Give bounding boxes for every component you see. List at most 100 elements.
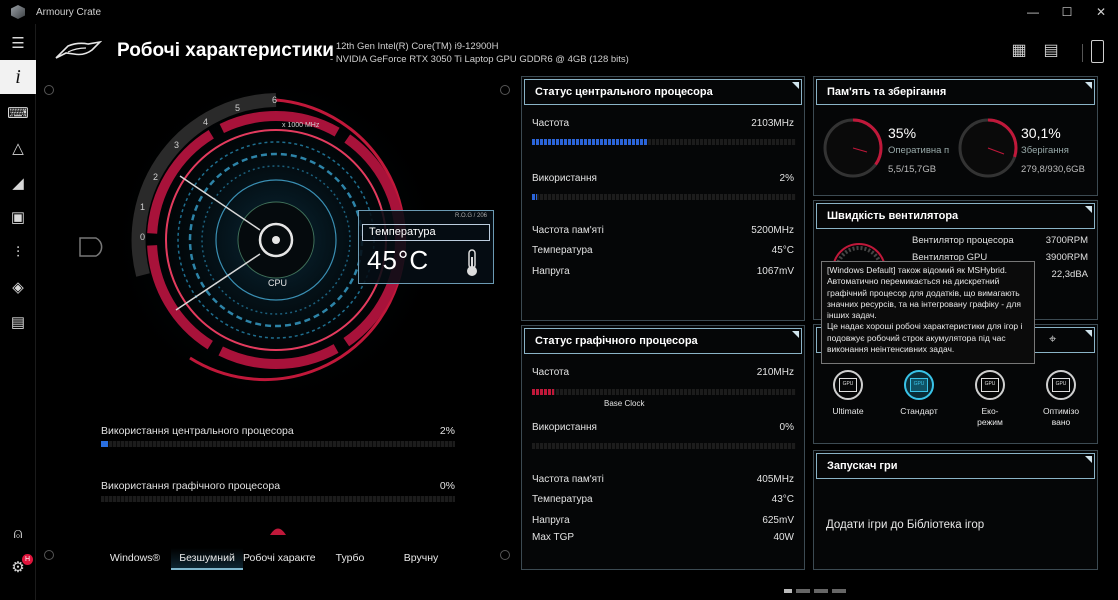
gpu-utilization-value: 0%	[439, 480, 455, 492]
gauge-tick-1: 1	[140, 202, 145, 212]
cpu-temperature-card: R.O.G / 206 Температура 45°C	[358, 210, 494, 284]
device-icon[interactable]	[1091, 40, 1104, 63]
deals-icon[interactable]: ◈	[0, 270, 36, 304]
page-title: Робочі характеристики	[117, 40, 334, 61]
cpu-usage-fill	[532, 194, 538, 200]
gauge-tick-0: 0	[140, 232, 145, 242]
gpu-mode-eco[interactable]: GPU Еко- режим	[965, 370, 1015, 428]
corner-mark-icon	[500, 550, 510, 560]
rog-logo-icon	[55, 40, 102, 59]
tuning-icon[interactable]: ⫶	[0, 235, 36, 269]
mode-silent[interactable]: Безшумний	[171, 548, 243, 570]
cpu-freq-fill	[532, 139, 649, 145]
ram-value: 5,5/15,7GB	[888, 164, 937, 175]
gpu-temp-value: 43°C	[771, 494, 794, 505]
info-icon[interactable]: i	[0, 60, 36, 94]
rog-tag: R.O.G / 206	[454, 213, 487, 219]
close-button[interactable]: ✕	[1084, 0, 1118, 24]
gpu-mode-ultimate[interactable]: GPU Ultimate	[823, 370, 873, 417]
temperature-value: 45°C	[367, 245, 430, 275]
gpu-tgp-label: Max TGP	[532, 532, 575, 543]
storage-ring	[958, 118, 1018, 178]
report-icon[interactable]: ▤	[1042, 40, 1060, 60]
cpu-freq-value: 2103MHz	[751, 118, 794, 129]
cpu-temp-label: Температура	[532, 245, 593, 256]
gpu-freq-label: Частота	[532, 367, 570, 378]
user-icon[interactable]: ⍝	[0, 516, 36, 550]
layout-icon[interactable]: ▦	[1010, 40, 1028, 60]
cpu-mem-freq-value: 5200MHz	[751, 225, 794, 236]
maximize-button[interactable]: ☐	[1050, 0, 1084, 24]
memory-storage-title: Пам'ять та зберігання	[816, 79, 1095, 105]
gpu-freq-fill	[532, 389, 554, 395]
minimize-button[interactable]: —	[1016, 0, 1050, 24]
gpu-volt-label: Напруга	[532, 515, 570, 526]
cpu-utilization-fill	[101, 441, 109, 447]
mode-manual[interactable]: Вручну	[387, 548, 455, 570]
news-icon[interactable]: ▤	[0, 305, 36, 339]
menu-icon[interactable]: ☰	[0, 26, 36, 60]
gpu-status-panel: Статус графічного процесора Частота 210MH…	[521, 325, 805, 570]
operating-mode-tabs: Windows® Безшумний Робочі характеристики…	[101, 548, 481, 570]
gpu-mode-standard[interactable]: GPU Стандарт	[894, 370, 944, 417]
mode-windows[interactable]: Windows®	[101, 548, 169, 570]
tooltip-text-2: Це надає хороші робочі характеристики дл…	[827, 321, 1023, 355]
mode-indicator-icon	[270, 528, 286, 535]
gpu-usage-label: Використання	[532, 422, 597, 433]
storage-percent: 30,1%	[1021, 125, 1061, 141]
gauge-tick-6: 6	[272, 95, 277, 105]
gpu-standard-icon: GPU	[904, 370, 934, 400]
gpu-freq-value: 210MHz	[756, 367, 794, 378]
cpu-status-panel: Статус центрального процесора Частота 210…	[521, 76, 805, 321]
cpu-usage-value: 2%	[779, 173, 794, 184]
page-indicator[interactable]	[784, 589, 846, 593]
gauge-tick-2: 2	[153, 172, 158, 182]
cpu-volt-label: Напруга	[532, 266, 570, 277]
cpu-utilization-value: 2%	[439, 425, 455, 437]
app-title: Armoury Crate	[36, 6, 102, 18]
cpu-fan-value: 3700RPM	[1045, 235, 1088, 246]
gpu-ultimate-icon: GPU	[833, 370, 863, 400]
cpu-fan-label: Вентилятор процесора	[912, 235, 1014, 246]
game-library-icon[interactable]: ▣	[0, 200, 36, 234]
corner-mark-icon	[500, 85, 510, 95]
noise-value: 22,3dBA	[1051, 269, 1088, 280]
gauge-tick-5: 5	[235, 103, 240, 113]
add-games-link[interactable]: Додати ігри до Бібліотека ігор	[826, 519, 984, 531]
storage-label: Зберігання	[1021, 145, 1069, 156]
notification-badge: H	[22, 554, 33, 565]
gauge-scale-label: x 1000 MHz	[282, 122, 320, 129]
cpu-mem-freq-label: Частота пам'яті	[532, 225, 604, 236]
thermometer-icon	[467, 249, 477, 276]
keyboard-icon[interactable]: ⌨	[0, 96, 36, 130]
gpu-mode-ultimate-label: Ultimate	[832, 406, 864, 416]
cpu-utilization-label: Використання центрального процесора	[101, 425, 294, 437]
storage-value: 279,8/930,6GB	[1021, 164, 1085, 175]
aura-icon[interactable]: △	[0, 131, 36, 165]
armoury-icon[interactable]: ◢	[0, 166, 36, 200]
gpu-mem-freq-label: Частота пам'яті	[532, 474, 604, 485]
ram-label: Оперативна п	[888, 145, 950, 156]
gauge-tick-4: 4	[203, 117, 208, 127]
gpu-mode-standard-label: Стандарт	[900, 406, 938, 416]
gpu-fan-value: 3900RPM	[1045, 252, 1088, 263]
cpu-freq-label: Частота	[532, 118, 570, 129]
cpu-usage-label: Використання	[532, 173, 597, 184]
game-launcher-panel: Запускач гри Додати ігри до Бібліотека і…	[813, 450, 1098, 570]
gpu-optimized-icon: GPU	[1046, 370, 1076, 400]
gpu-temp-label: Температура	[532, 494, 593, 505]
settings-icon[interactable]: ⚙ H	[0, 550, 36, 584]
ram-percent: 35%	[888, 125, 917, 141]
base-clock-label: Base Clock	[604, 399, 645, 408]
temperature-label: Температура	[362, 224, 490, 241]
tooltip-text-1: [Windows Default] також відомий як MSHyb…	[827, 265, 1021, 321]
mode-performance[interactable]: Робочі характеристики	[243, 548, 315, 570]
gpu-mode-tooltip: [Windows Default] також відомий як MSHyb…	[821, 261, 1035, 364]
gpu-mode-optimized[interactable]: GPU Оптимізо вано	[1036, 370, 1086, 428]
title-bar: Armoury Crate — ☐ ✕	[0, 0, 1118, 24]
gpu-utilization: Використання графічного процесора 0%	[101, 480, 455, 502]
gpu-tgp-value: 40W	[773, 532, 794, 543]
gpu-mode-optimized-label: Оптимізо вано	[1042, 406, 1080, 427]
mode-turbo[interactable]: Турбо	[315, 548, 385, 570]
crosshair-icon[interactable]: ⌖	[1049, 331, 1056, 347]
